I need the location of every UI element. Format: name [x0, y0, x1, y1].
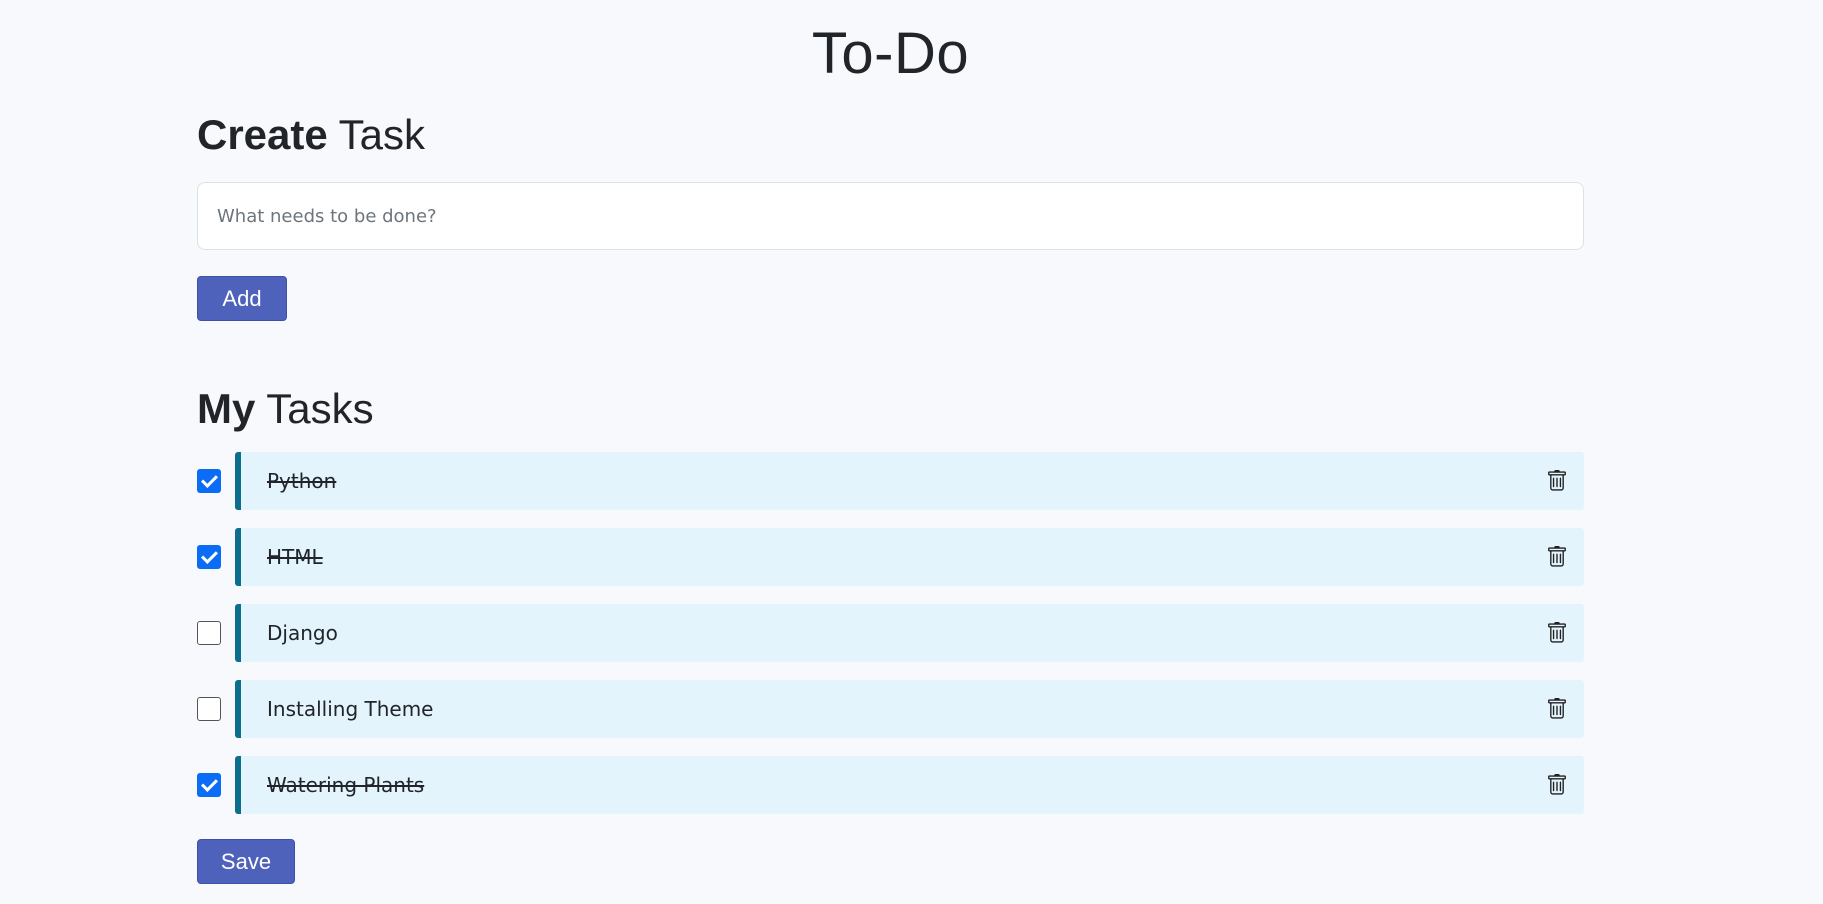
my-tasks-heading-rest: Tasks [255, 385, 374, 432]
save-button[interactable]: Save [197, 839, 295, 884]
create-task-heading-rest: Task [327, 111, 426, 158]
task-item: Installing Theme [197, 680, 1584, 738]
task-checkbox[interactable] [197, 773, 221, 797]
task-item: Python [197, 452, 1584, 510]
task-label: Watering Plants [267, 773, 425, 797]
task-checkbox[interactable] [197, 545, 221, 569]
task-checkbox[interactable] [197, 697, 221, 721]
task-item: Django [197, 604, 1584, 662]
task-label: Installing Theme [267, 697, 434, 721]
create-task-heading-bold: Create [197, 111, 328, 158]
task-item: Watering Plants [197, 756, 1584, 814]
trash-icon[interactable] [1546, 774, 1568, 796]
my-tasks-heading: My Tasks [197, 384, 374, 434]
create-task-heading: Create Task [197, 110, 425, 160]
task-checkbox[interactable] [197, 621, 221, 645]
add-task-button[interactable]: Add [197, 276, 287, 321]
task-card: Installing Theme [235, 680, 1584, 738]
task-card: Django [235, 604, 1584, 662]
new-task-input[interactable] [197, 182, 1584, 250]
my-tasks-heading-bold: My [197, 385, 256, 432]
page-title: To-Do [811, 21, 970, 86]
trash-icon[interactable] [1546, 470, 1568, 492]
trash-icon[interactable] [1546, 698, 1568, 720]
task-card: Python [235, 452, 1584, 510]
task-card: HTML [235, 528, 1584, 586]
task-card: Watering Plants [235, 756, 1584, 814]
trash-icon[interactable] [1546, 622, 1568, 644]
task-label: Django [267, 621, 338, 645]
task-label: Python [267, 469, 337, 493]
task-label: HTML [267, 545, 323, 569]
task-checkbox[interactable] [197, 469, 221, 493]
trash-icon[interactable] [1546, 546, 1568, 568]
task-item: HTML [197, 528, 1584, 586]
